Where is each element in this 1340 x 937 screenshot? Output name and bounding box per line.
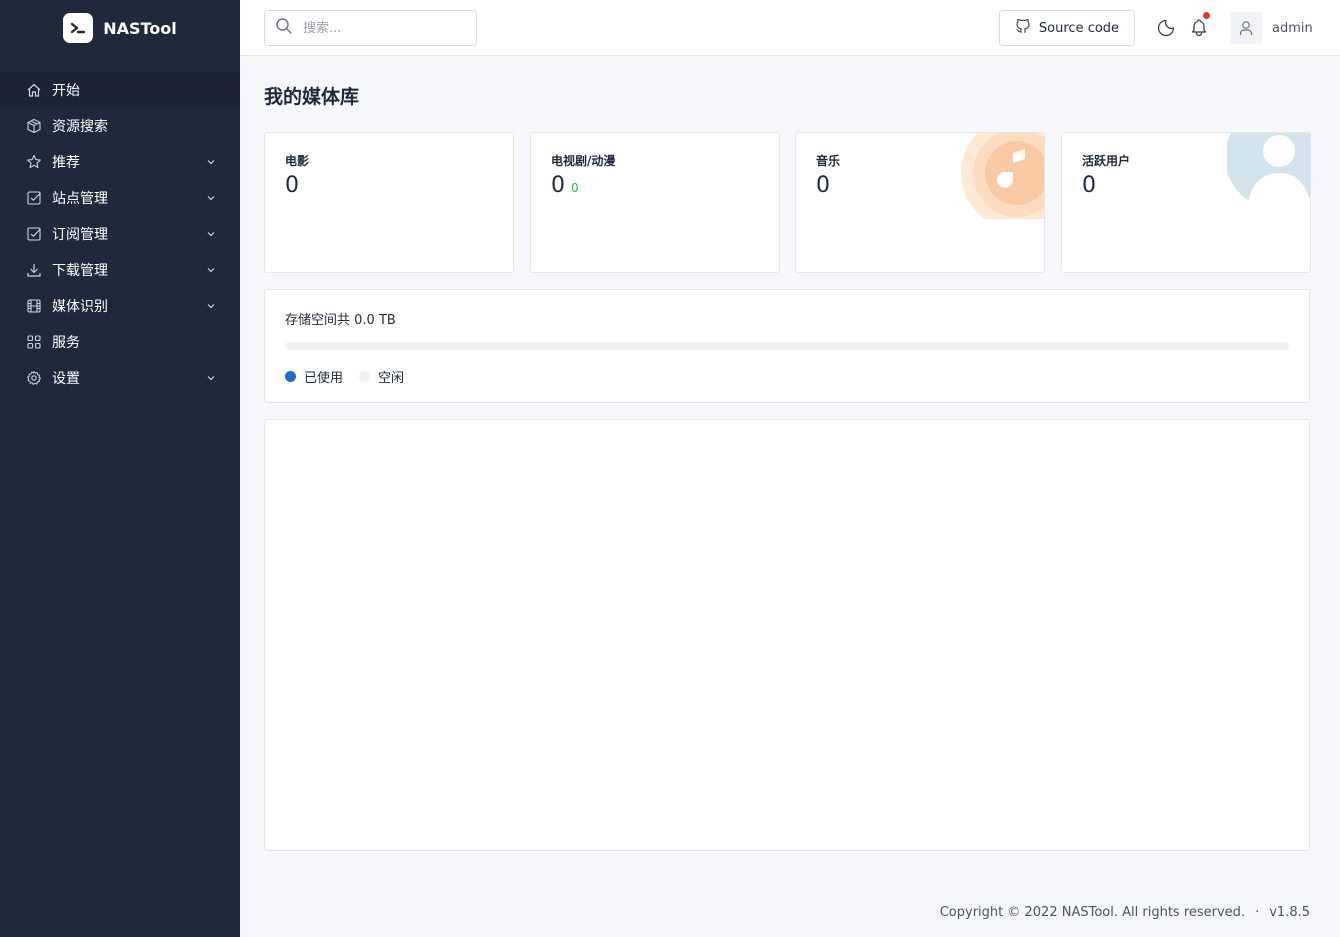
storage-legend: 已使用 空闲 bbox=[285, 367, 420, 386]
stat-card-music: 音乐 0 bbox=[795, 132, 1045, 273]
footer-separator: · bbox=[1255, 905, 1260, 920]
search-input[interactable] bbox=[303, 20, 453, 36]
legend-dot-free bbox=[359, 371, 371, 382]
chevron-down-icon bbox=[206, 157, 216, 167]
box-icon bbox=[26, 118, 42, 134]
source-code-label: Source code bbox=[1038, 20, 1120, 36]
stat-value: 0 bbox=[285, 173, 299, 198]
sidebar-item-downloads[interactable]: 下载管理 bbox=[0, 252, 240, 288]
stat-card-users: 活跃用户 0 bbox=[1061, 132, 1311, 273]
settings-icon bbox=[26, 370, 42, 386]
home-icon bbox=[26, 82, 42, 98]
sidebar-item-start[interactable]: 开始 bbox=[0, 72, 240, 108]
sidebar-item-label: 开始 bbox=[52, 83, 80, 99]
version-link[interactable]: v1.8.5 bbox=[1269, 905, 1310, 920]
search-box[interactable] bbox=[264, 10, 477, 46]
top-header: Source code admin bbox=[240, 0, 1340, 56]
stat-value: 0 bbox=[816, 173, 830, 198]
source-code-button[interactable]: Source code bbox=[999, 10, 1135, 46]
stat-value: 0 bbox=[1082, 173, 1096, 198]
stat-label: 电影 bbox=[285, 154, 310, 168]
music-note-icon bbox=[961, 133, 1044, 219]
sidebar-item-services[interactable]: 服务 bbox=[0, 324, 240, 360]
sidebar-item-label: 资源搜索 bbox=[52, 119, 108, 135]
chevron-down-icon bbox=[206, 193, 216, 203]
legend-free-label: 空闲 bbox=[378, 371, 405, 386]
sidebar-item-subscriptions[interactable]: 订阅管理 bbox=[0, 216, 240, 252]
bell-icon[interactable] bbox=[1189, 12, 1210, 38]
storage-card: 存储空间共 0.0 TB 已使用 空闲 bbox=[264, 289, 1310, 403]
github-icon bbox=[1015, 18, 1031, 38]
chart-panel bbox=[264, 419, 1310, 851]
stat-label: 活跃用户 bbox=[1082, 154, 1131, 168]
legend-free: 空闲 bbox=[359, 367, 404, 386]
stat-sub-value: 0 bbox=[571, 181, 579, 195]
copyright-text: Copyright © 2022 NASTool. All rights res… bbox=[939, 905, 1246, 920]
stat-label: 音乐 bbox=[816, 154, 841, 168]
chevron-down-icon bbox=[206, 301, 216, 311]
sidebar-item-label: 设置 bbox=[52, 371, 80, 387]
sidebar-item-label: 订阅管理 bbox=[52, 227, 108, 243]
chevron-down-icon bbox=[206, 265, 216, 275]
sidebar-nav: 开始 资源搜索 推荐 站点管理 订阅管理 下载管理 媒体识别 服务 设置 bbox=[0, 72, 240, 396]
terminal-logo-icon bbox=[63, 13, 94, 43]
sidebar-item-label: 下载管理 bbox=[52, 263, 108, 279]
sidebar-item-search[interactable]: 资源搜索 bbox=[0, 108, 240, 144]
sidebar-item-sites[interactable]: 站点管理 bbox=[0, 180, 240, 216]
film-icon bbox=[26, 298, 42, 314]
checkbox-icon bbox=[26, 226, 42, 242]
apps-icon bbox=[26, 334, 42, 350]
sidebar-item-recommend[interactable]: 推荐 bbox=[0, 144, 240, 180]
stat-card-tv: 电视剧/动漫 00 bbox=[530, 132, 780, 273]
star-icon bbox=[26, 154, 42, 170]
sidebar-item-label: 推荐 bbox=[52, 155, 80, 171]
legend-used-label: 已使用 bbox=[304, 371, 344, 386]
user-menu[interactable]: admin bbox=[1230, 12, 1313, 44]
notification-badge bbox=[1203, 12, 1210, 19]
sidebar-item-label: 服务 bbox=[52, 335, 80, 351]
footer: Copyright © 2022 NASTool. All rights res… bbox=[940, 905, 1310, 920]
storage-progress-bar bbox=[285, 342, 1289, 350]
sidebar-item-settings[interactable]: 设置 bbox=[0, 360, 240, 396]
storage-title: 存储空间共 0.0 TB bbox=[285, 313, 396, 328]
brand[interactable]: NASTool bbox=[0, 0, 240, 56]
sidebar: NASTool 开始 资源搜索 推荐 站点管理 订阅管理 下载管理 媒体识别 服… bbox=[0, 0, 240, 937]
page-title: 我的媒体库 bbox=[264, 86, 360, 108]
user-silhouette-icon bbox=[1227, 133, 1310, 211]
stat-card-movies: 电影 0 bbox=[264, 132, 514, 273]
search-icon bbox=[275, 17, 303, 39]
sidebar-item-media-recognition[interactable]: 媒体识别 bbox=[0, 288, 240, 324]
stat-label: 电视剧/动漫 bbox=[551, 154, 616, 168]
chevron-down-icon bbox=[206, 373, 216, 383]
brand-name: NASTool bbox=[103, 18, 177, 38]
moon-icon[interactable] bbox=[1156, 18, 1176, 38]
legend-dot-used bbox=[285, 371, 296, 382]
avatar bbox=[1230, 12, 1262, 44]
stat-value: 00 bbox=[551, 173, 579, 198]
sidebar-item-label: 站点管理 bbox=[52, 191, 108, 207]
sidebar-item-label: 媒体识别 bbox=[52, 299, 108, 315]
chevron-down-icon bbox=[206, 229, 216, 239]
legend-used: 已使用 bbox=[285, 367, 343, 386]
username: admin bbox=[1272, 20, 1313, 36]
download-icon bbox=[26, 262, 42, 278]
user-icon bbox=[1239, 21, 1253, 35]
checkbox-icon bbox=[26, 190, 42, 206]
